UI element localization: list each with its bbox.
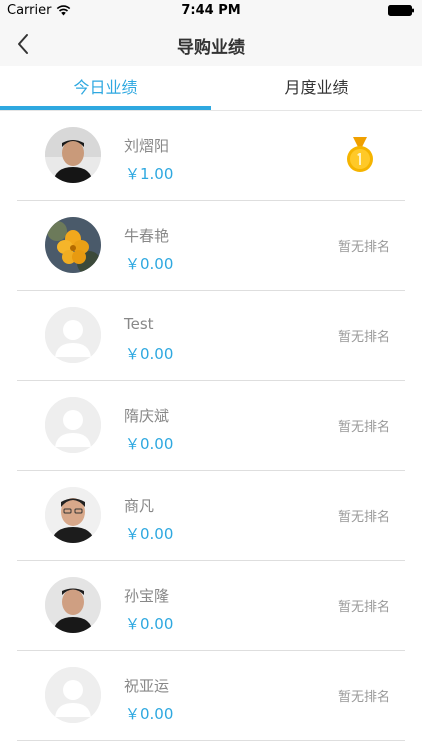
rank-status: 暂无排名 — [337, 510, 390, 525]
staff-name: 孙宝隆 — [124, 587, 170, 605]
default-avatar-icon — [45, 397, 101, 453]
list-item[interactable]: 隋庆斌 ￥0.00 暂无排名 — [17, 381, 405, 471]
status-bar: Carrier 7:44 PM — [0, 0, 422, 22]
page-title: 导购业绩 — [177, 38, 245, 58]
list-item[interactable]: 祝亚运 ￥0.00 暂无排名 — [17, 651, 405, 741]
avatar — [45, 217, 101, 273]
sales-amount: ￥0.00 — [125, 435, 174, 453]
rank-status: 暂无排名 — [337, 330, 390, 345]
rank-status: 暂无排名 — [337, 420, 390, 435]
list-item[interactable]: Test ￥0.00 暂无排名 — [17, 291, 405, 381]
staff-name: 牛春艳 — [124, 227, 170, 245]
rank-status: 暂无排名 — [337, 690, 390, 705]
default-avatar-icon — [45, 307, 101, 363]
nav-bar: 导购业绩 — [0, 22, 422, 66]
battery-icon — [388, 5, 414, 16]
avatar — [45, 667, 101, 723]
avatar — [45, 127, 101, 183]
staff-name: 隋庆斌 — [124, 407, 170, 425]
staff-name: 商凡 — [124, 497, 155, 515]
staff-name: 刘熠阳 — [124, 137, 170, 155]
avatar — [45, 397, 101, 453]
gold-medal-icon — [347, 137, 373, 172]
list-item[interactable]: 孙宝隆 ￥0.00 暂无排名 — [17, 561, 405, 651]
tab-monthly-performance[interactable]: 月度业绩 — [211, 66, 422, 110]
sales-amount: ￥0.00 — [125, 345, 174, 363]
sales-amount: ￥0.00 — [125, 255, 174, 273]
tab-active-indicator — [0, 106, 211, 110]
performance-list: 刘熠阳 ￥1.00 牛春艳 ￥0.00 暂无排名 Test ￥0.00 暂无排名… — [0, 111, 422, 741]
flower-photo-icon — [45, 217, 101, 273]
rank-status: 暂无排名 — [337, 240, 390, 255]
person-photo-icon — [45, 487, 101, 543]
sales-amount: ￥0.00 — [125, 615, 174, 633]
avatar — [45, 577, 101, 633]
person-photo-icon — [45, 577, 101, 633]
screen: Carrier 7:44 PM 导购业绩 今日业绩 月度业绩 刘熠阳 ￥1.00… — [0, 0, 422, 750]
tab-today-performance[interactable]: 今日业绩 — [0, 66, 211, 110]
default-avatar-icon — [45, 667, 101, 723]
avatar — [45, 487, 101, 543]
person-photo-icon — [45, 127, 101, 183]
sales-amount: ￥1.00 — [125, 165, 174, 183]
list-item[interactable]: 牛春艳 ￥0.00 暂无排名 — [17, 201, 405, 291]
list-item[interactable]: 商凡 ￥0.00 暂无排名 — [17, 471, 405, 561]
tab-bar: 今日业绩 月度业绩 — [0, 66, 422, 111]
status-time: 7:44 PM — [181, 3, 241, 18]
sales-amount: ￥0.00 — [125, 705, 174, 723]
rank-status: 暂无排名 — [337, 600, 390, 615]
avatar — [45, 307, 101, 363]
list-item[interactable]: 刘熠阳 ￥1.00 — [17, 111, 405, 201]
staff-name: Test — [124, 315, 154, 333]
staff-name: 祝亚运 — [124, 677, 170, 695]
sales-amount: ￥0.00 — [125, 525, 174, 543]
